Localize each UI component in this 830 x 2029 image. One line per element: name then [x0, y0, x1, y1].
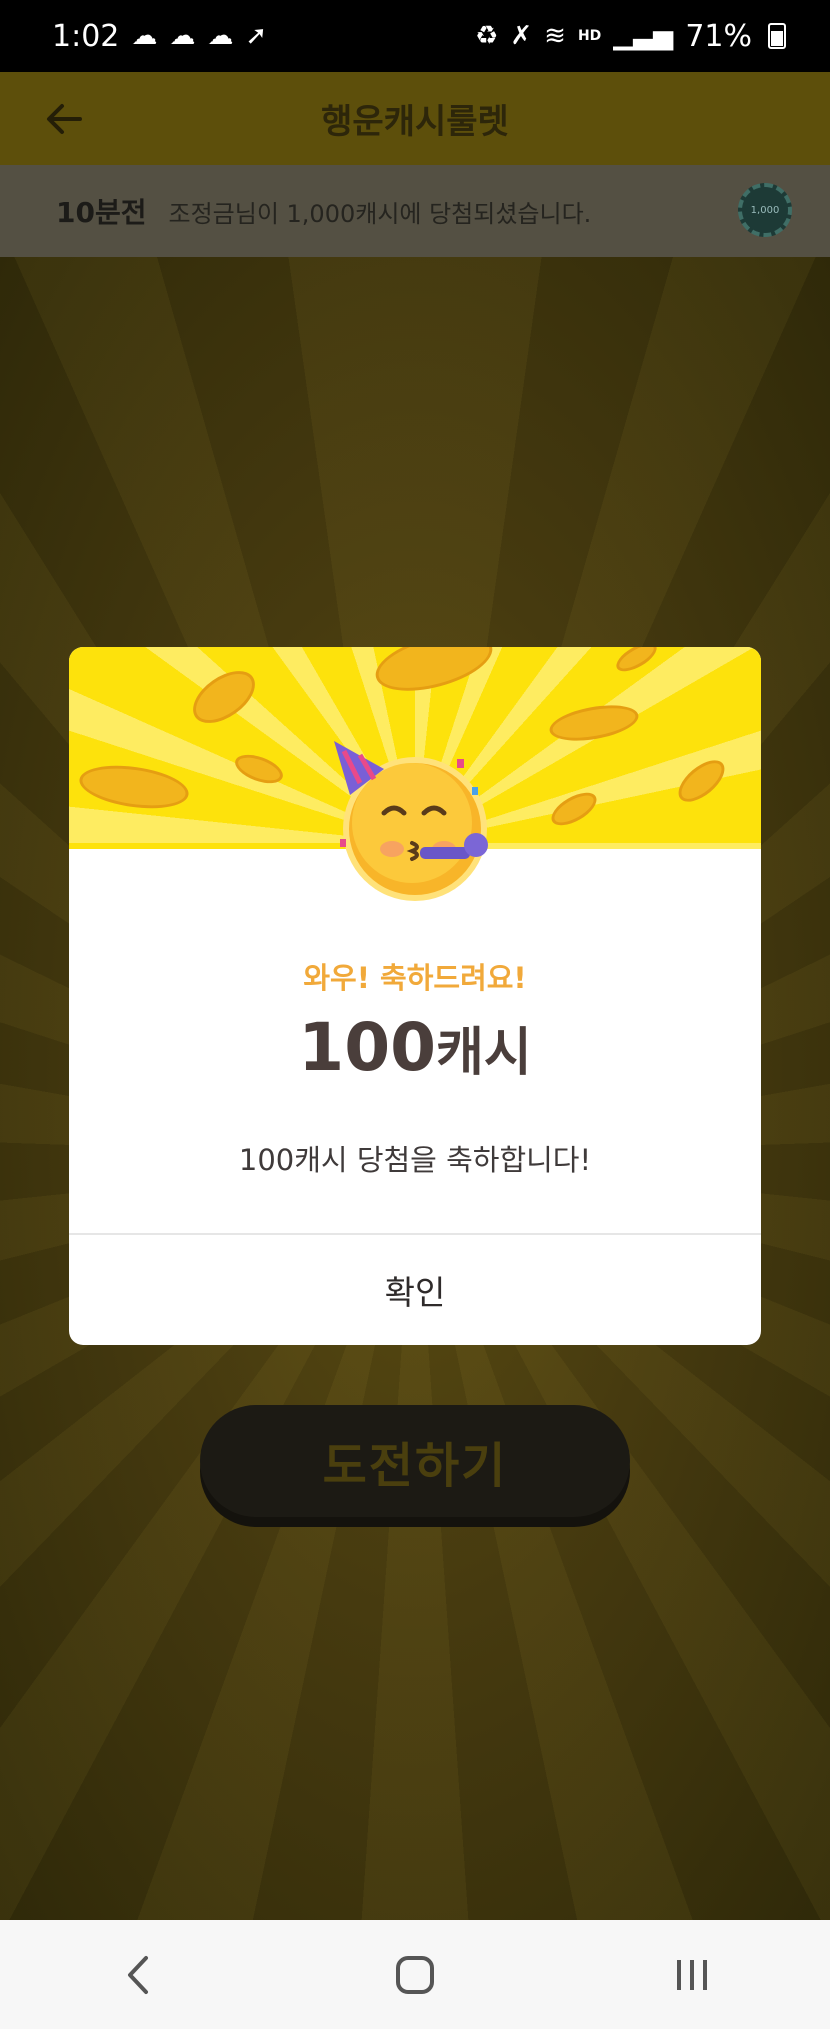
winner-ticker: 10분전 조정금님이 1,000캐시에 당첨되셨습니다. 1,000 [0, 165, 830, 257]
wifi-icon: ≋ [544, 21, 566, 51]
home-square-icon [395, 1955, 434, 1994]
win-dialog: 와우! 축하드려요! 100캐시 100캐시 당첨을 축하합니다! 확인 [69, 647, 761, 1345]
hd-voice-icon: HD [577, 28, 602, 44]
won-icon: ☁ [169, 21, 196, 51]
signal-icon: ▁▃▅ [613, 21, 674, 51]
ticker-message: 조정금님이 1,000캐시에 당첨되셨습니다. [168, 199, 592, 228]
chat-bubble-icon: ☁ [207, 21, 234, 51]
challenge-button[interactable]: 도전하기 [200, 1405, 630, 1517]
battery-icon [768, 23, 786, 49]
page-title: 행운캐시룰렛 [321, 102, 509, 142]
chip-label: 1,000 [750, 204, 780, 216]
chevron-left-icon [128, 1955, 149, 1994]
congrats-heading: 와우! 축하드려요! [303, 961, 527, 995]
party-face-icon [334, 741, 488, 901]
shoe-icon: ➚ [245, 21, 268, 51]
prize-unit: 캐시 [436, 1023, 532, 1083]
congrats-message: 100캐시 당첨을 축하합니다! [238, 1143, 592, 1177]
nav-back-button[interactable] [98, 1935, 178, 2015]
nav-recents-button[interactable] [652, 1935, 732, 2015]
back-arrow-icon[interactable] [40, 94, 90, 144]
mute-icon: ✗ [510, 21, 533, 51]
challenge-label: 도전하기 [322, 1438, 508, 1494]
status-time: 1:02 [52, 18, 120, 54]
confirm-button[interactable]: 확인 [69, 1235, 761, 1345]
cash-chip-icon: 1,000 [738, 183, 792, 237]
recycle-icon: ♻ [475, 21, 499, 51]
prize-amount: 100캐시 [69, 1009, 761, 1086]
ticker-time-ago: 10분전 [56, 196, 147, 229]
battery-percent: 71% [685, 18, 752, 54]
chat-bubble-icon: ☁ [131, 21, 158, 51]
prize-number: 100 [298, 1009, 437, 1086]
status-bar: 1:02 ☁ ☁ ☁ ➚ ♻ ✗ ≋ HD ▁▃▅ 71% [0, 0, 830, 72]
system-nav-bar [0, 1920, 830, 2029]
nav-home-button[interactable] [375, 1935, 455, 2015]
app-header: 행운캐시룰렛 [0, 72, 830, 165]
recents-icon [676, 1959, 707, 1990]
